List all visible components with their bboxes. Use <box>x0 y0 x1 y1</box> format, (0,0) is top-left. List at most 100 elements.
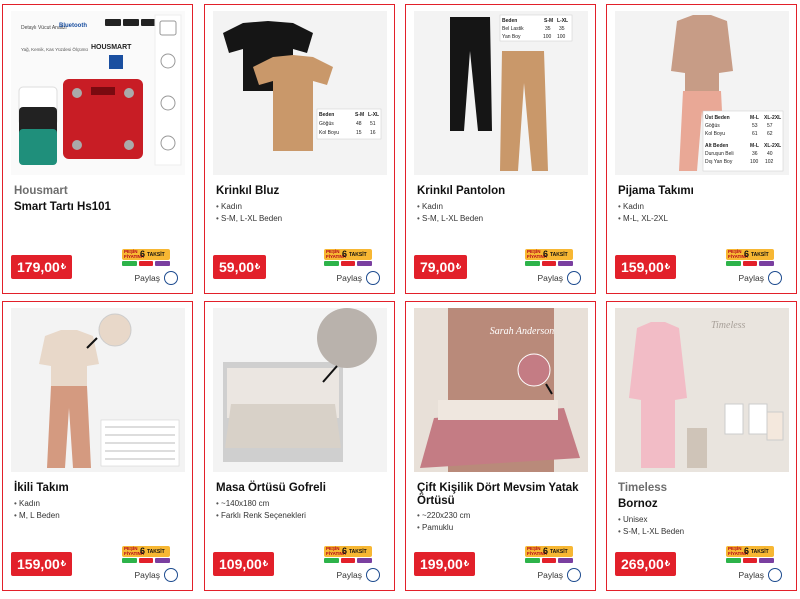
attribute-item: Unisex <box>618 514 684 526</box>
product-image[interactable] <box>213 308 387 472</box>
share-button[interactable]: Paylaş <box>738 568 782 582</box>
attribute-item: Pamuklu <box>417 522 470 534</box>
currency-symbol: ₺ <box>456 262 462 271</box>
share-button[interactable]: Paylaş <box>134 271 178 285</box>
share-button[interactable]: Paylaş <box>134 568 178 582</box>
size-head-0: Beden <box>502 18 517 24</box>
share-icon[interactable] <box>768 271 782 285</box>
product-title[interactable]: Masa Örtüsü Gofreli <box>216 482 388 495</box>
product-title[interactable]: Pijama Takımı <box>618 185 790 198</box>
taksit-label: TAKSİT <box>349 549 367 555</box>
product-card[interactable]: Sarah Anderson Çift Kişilik Dört Mevsim … <box>405 301 596 591</box>
share-button[interactable]: Paylaş <box>738 271 782 285</box>
share-icon[interactable] <box>164 271 178 285</box>
taksit-badge: PEŞİN FİYATINA 6 TAKSİT <box>726 249 775 267</box>
attribute-item: Kadın <box>14 498 60 510</box>
share-button[interactable]: Paylaş <box>537 271 581 285</box>
share-icon[interactable] <box>768 568 782 582</box>
taksit-pesin: PEŞİN FİYATINA <box>326 546 347 556</box>
share-button[interactable]: Paylaş <box>336 568 380 582</box>
card-logos <box>726 558 775 563</box>
size-row-0-b: 57 <box>767 123 773 129</box>
attribute-item: M-L, XL-2XL <box>618 213 668 225</box>
product-image[interactable]: Üst Beden M-L XL-2XL Göğüs 53 57 Kol Boy… <box>615 11 789 175</box>
attribute-item: S-M, L-XL Beden <box>618 526 684 538</box>
price-value: 269,00 <box>621 556 664 572</box>
product-card[interactable]: Beden S-M L-XL Göğüs 48 51 Kol Boyu 15 1… <box>204 4 395 294</box>
product-attributes: Kadın S-M, L-XL Beden <box>417 201 483 225</box>
taksit-count: 6 <box>342 546 348 556</box>
product-attributes: Kadın S-M, L-XL Beden <box>216 201 282 225</box>
product-title[interactable]: Smart Tartı Hs101 <box>14 201 186 214</box>
size2-row-0-b: 40 <box>767 151 773 157</box>
size2-row-1-a: 100 <box>750 159 759 165</box>
share-label: Paylaş <box>537 273 563 283</box>
product-image[interactable]: Sarah Anderson <box>414 308 588 472</box>
product-title[interactable]: Krinkıl Pantolon <box>417 185 589 198</box>
taksit-count: 6 <box>543 546 549 556</box>
share-label: Paylaş <box>738 273 764 283</box>
product-card[interactable]: Beden S-M L-XL Bel Lastik 35 35 Yan Boy … <box>405 4 596 294</box>
taksit-pesin: PEŞİN FİYATINA <box>326 249 347 259</box>
share-button[interactable]: Paylaş <box>336 271 380 285</box>
product-image[interactable]: Beden S-M L-XL Göğüs 48 51 Kol Boyu 15 1… <box>213 11 387 175</box>
product-card[interactable]: Detaylı Vücut Analizi Bluetooth Yağ, Kem… <box>2 4 193 294</box>
share-label: Paylaş <box>134 273 160 283</box>
taksit-badge: PEŞİN FİYATINA 6 TAKSİT <box>324 249 373 267</box>
product-title[interactable]: İkili Takım <box>14 482 186 495</box>
attribute-item: S-M, L-XL Beden <box>417 213 483 225</box>
product-image[interactable]: Detaylı Vücut Analizi Bluetooth Yağ, Kem… <box>11 11 185 175</box>
price-value: 109,00 <box>219 556 262 572</box>
taksit-count: 6 <box>543 249 549 259</box>
product-title[interactable]: Bornoz <box>618 498 790 511</box>
size-row-0-a: 53 <box>752 123 758 129</box>
size2-row-1-label: Dış Yan Boy <box>705 159 733 165</box>
currency-symbol: ₺ <box>255 262 261 271</box>
product-attributes: ~140x180 cm Farklı Renk Seçenekleri <box>216 498 306 522</box>
taksit-pesin: PEŞİN FİYATINA <box>728 546 749 556</box>
share-button[interactable]: Paylaş <box>537 568 581 582</box>
taksit-badge: PEŞİN FİYATINA 6 TAKSİT <box>525 249 574 267</box>
taksit-label: TAKSİT <box>550 549 568 555</box>
product-title[interactable]: Krinkıl Bluz <box>216 185 388 198</box>
size2-row-0-a: 36 <box>752 151 758 157</box>
size-row-0-a: 48 <box>356 121 362 127</box>
size-head-1: M-L <box>750 115 759 121</box>
share-icon[interactable] <box>366 568 380 582</box>
size-row-1-label: Yan Boy <box>502 34 521 40</box>
size-row-0-a: 35 <box>545 26 551 32</box>
card-logos <box>525 261 574 266</box>
share-icon[interactable] <box>567 271 581 285</box>
product-card[interactable]: Üst Beden M-L XL-2XL Göğüs 53 57 Kol Boy… <box>606 4 797 294</box>
product-brand: Timeless <box>618 482 668 494</box>
product-image[interactable] <box>11 308 185 472</box>
taksit-label: TAKSİT <box>550 252 568 258</box>
taksit-pesin: PEŞİN FİYATINA <box>124 249 145 259</box>
share-icon[interactable] <box>164 568 178 582</box>
currency-symbol: ₺ <box>463 559 469 568</box>
product-title[interactable]: Çift Kişilik Dört Mevsim Yatak Örtüsü <box>417 482 589 508</box>
price-value: 199,00 <box>420 556 463 572</box>
product-card[interactable]: İkili Takım Kadın M, L Beden 159,00₺ PEŞ… <box>2 301 193 591</box>
size2-head-0: Alt Beden <box>705 143 728 149</box>
share-label: Paylaş <box>336 273 362 283</box>
product-image[interactable]: Beden S-M L-XL Bel Lastik 35 35 Yan Boy … <box>414 11 588 175</box>
product-card[interactable]: Masa Örtüsü Gofreli ~140x180 cm Farklı R… <box>204 301 395 591</box>
product-card[interactable]: Timeless Timeless Bornoz Unisex S-M, L-X… <box>606 301 797 591</box>
price-value: 159,00 <box>621 259 664 275</box>
price-badge: 79,00₺ <box>414 255 468 279</box>
price-badge: 269,00₺ <box>615 552 676 576</box>
wall-text: Sarah Anderson <box>490 326 555 337</box>
currency-symbol: ₺ <box>262 559 268 568</box>
taksit-pesin: PEŞİN FİYATINA <box>728 249 749 259</box>
share-icon[interactable] <box>567 568 581 582</box>
share-label: Paylaş <box>738 570 764 580</box>
product-image[interactable]: Timeless <box>615 308 789 472</box>
size-head-2: L-XL <box>557 18 568 24</box>
size-head-2: XL-2XL <box>764 115 781 121</box>
share-label: Paylaş <box>134 570 160 580</box>
share-icon[interactable] <box>366 271 380 285</box>
attribute-item: ~220x230 cm <box>417 510 470 522</box>
card-logos <box>324 261 373 266</box>
share-label: Paylaş <box>336 570 362 580</box>
